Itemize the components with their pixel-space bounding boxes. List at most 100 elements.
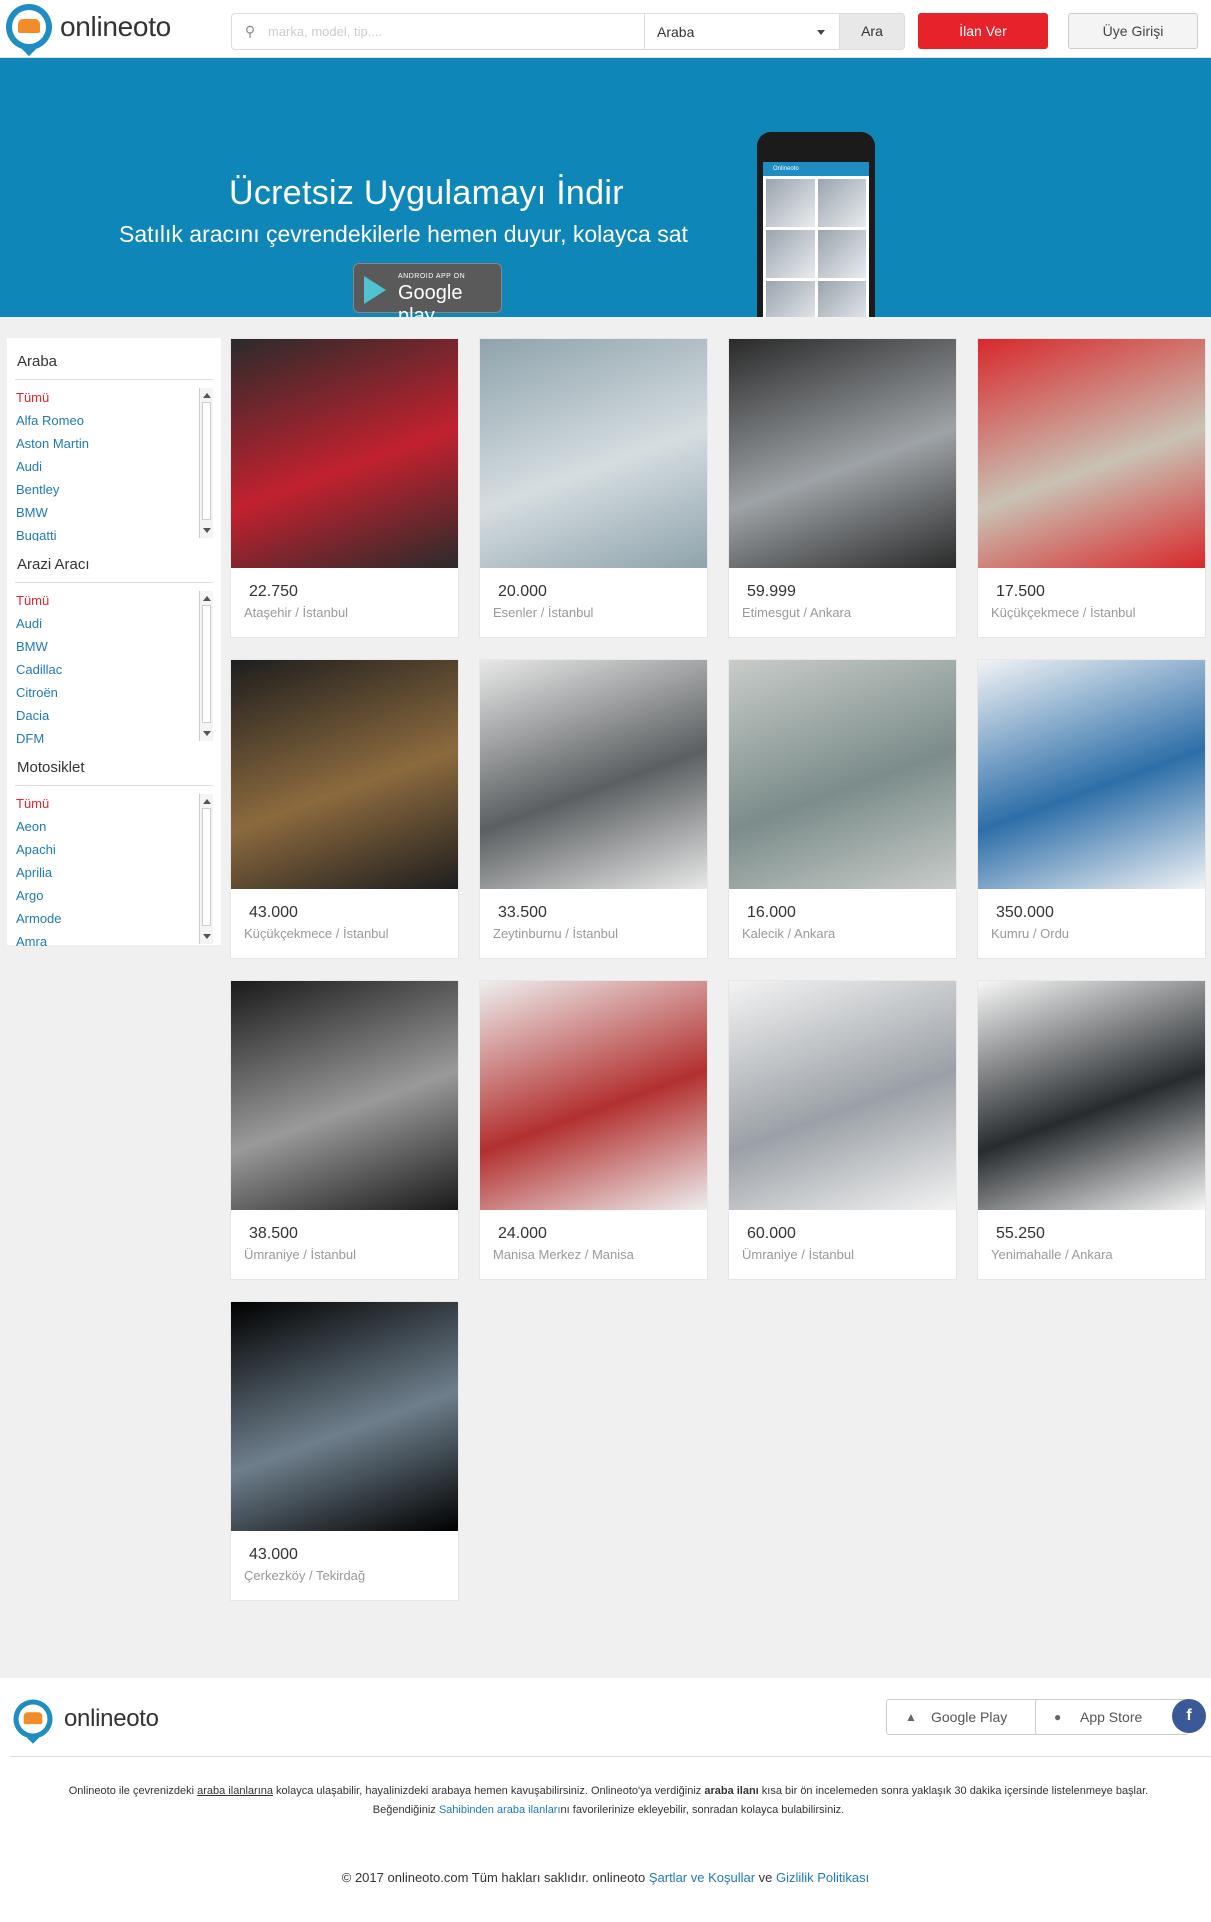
listing-photo[interactable] bbox=[231, 1302, 458, 1531]
search-field[interactable]: ⚲ bbox=[231, 13, 645, 50]
listing-card[interactable]: 55.250 Yenimahalle / Ankara bbox=[977, 980, 1206, 1280]
listing-location: Manisa Merkez / Manisa bbox=[493, 1247, 634, 1262]
sidebar-item[interactable]: Citroën bbox=[15, 681, 213, 704]
listing-card[interactable]: 22.750 Ataşehir / İstanbul bbox=[230, 338, 459, 638]
car-logo-icon bbox=[6, 4, 52, 57]
sidebar-item[interactable]: Audi bbox=[15, 455, 213, 478]
privacy-link[interactable]: Gizlilik Politikası bbox=[776, 1870, 869, 1885]
sidebar-category-list[interactable]: Tümü Audi BMW Cadillac Citroën Dacia DFM bbox=[15, 589, 213, 744]
listing-price: 24.000 bbox=[498, 1225, 547, 1242]
listing-card[interactable]: 59.999 Etimesgut / Ankara bbox=[728, 338, 957, 638]
sidebar-item[interactable]: Bugatti bbox=[15, 524, 213, 541]
listing-photo[interactable] bbox=[978, 660, 1205, 889]
sidebar-item[interactable]: Tümü bbox=[15, 792, 213, 815]
listing-photo[interactable] bbox=[231, 660, 458, 889]
google-play-badge[interactable]: ANDROID APP ON Google play bbox=[353, 263, 502, 317]
listing-photo[interactable] bbox=[978, 339, 1205, 568]
scroll-thumb[interactable] bbox=[202, 605, 211, 723]
sidebar-item[interactable]: Alfa Romeo bbox=[15, 409, 213, 432]
login-button[interactable]: Üye Girişi bbox=[1068, 13, 1198, 49]
search-input[interactable] bbox=[268, 24, 628, 39]
scroll-down-icon[interactable] bbox=[203, 731, 211, 736]
sidebar-item[interactable]: Bentley bbox=[15, 478, 213, 501]
post-ad-button[interactable]: İlan Ver bbox=[918, 13, 1048, 49]
scroll-thumb[interactable] bbox=[202, 808, 211, 926]
sidebar-category-list[interactable]: Tümü Alfa Romeo Aston Martin Audi Bentley BMW… bbox=[15, 386, 213, 541]
search-button[interactable]: Ara bbox=[839, 13, 905, 50]
sidebar-item[interactable]: BMW bbox=[15, 635, 213, 658]
sidebar-item[interactable]: Aprilia bbox=[15, 861, 213, 884]
sidebar-scrollbar[interactable] bbox=[199, 388, 213, 538]
listing-card[interactable]: 33.500 Zeytinburnu / İstanbul bbox=[479, 659, 708, 959]
sidebar-item[interactable]: Amra bbox=[15, 930, 213, 947]
sidebar-scrollbar[interactable] bbox=[199, 591, 213, 741]
app-store-button[interactable]: ● App Store bbox=[1035, 1699, 1189, 1735]
sidebar-item[interactable]: Aeon bbox=[15, 815, 213, 838]
main-content: Araba Tümü Alfa Romeo Aston Martin Audi Bentl… bbox=[0, 317, 1211, 1678]
footer-logo[interactable]: onlineoto bbox=[10, 1696, 159, 1744]
scroll-thumb[interactable] bbox=[202, 402, 211, 520]
sidebar-item[interactable]: Armode bbox=[15, 907, 213, 930]
listing-card[interactable]: 17.500 Küçükçekmece / İstanbul bbox=[977, 338, 1206, 638]
listing-photo[interactable] bbox=[480, 339, 707, 568]
scroll-down-icon[interactable] bbox=[203, 934, 211, 939]
listing-card[interactable]: 16.000 Kalecik / Ankara bbox=[728, 659, 957, 959]
sidebar-section-title: Araba bbox=[15, 338, 213, 380]
banner-title: Ücretsiz Uygulamayı İndir bbox=[229, 174, 624, 212]
listing-price: 55.250 bbox=[996, 1225, 1045, 1242]
sidebar-item[interactable]: Tümü bbox=[15, 386, 213, 409]
sidebar-item[interactable]: BMW bbox=[15, 501, 213, 524]
sidebar-item[interactable]: Audi bbox=[15, 612, 213, 635]
listing-card[interactable]: 20.000 Esenler / İstanbul bbox=[479, 338, 708, 638]
listing-card[interactable]: 43.000 Çerkezköy / Tekirdağ bbox=[230, 1301, 459, 1601]
app-store-label: App Store bbox=[1080, 1709, 1143, 1725]
scroll-down-icon[interactable] bbox=[203, 528, 211, 533]
listing-card[interactable]: 43.000 Küçükçekmece / İstanbul bbox=[230, 659, 459, 959]
sidebar-item[interactable]: Aston Martin bbox=[15, 432, 213, 455]
car-logo-icon bbox=[13, 1699, 53, 1744]
brand-logo[interactable]: onlineoto bbox=[6, 4, 171, 57]
sidebar-scrollbar[interactable] bbox=[199, 794, 213, 944]
araba-ilanlari-link[interactable]: araba ilanlarına bbox=[197, 1785, 273, 1797]
listing-price: 17.500 bbox=[996, 583, 1045, 600]
about-text-part: Onlineoto ile çevrenizdeki bbox=[68, 1785, 198, 1797]
listing-photo[interactable] bbox=[231, 981, 458, 1210]
about-text: Onlineoto ile çevrenizdeki araba ilanlar… bbox=[18, 1782, 1199, 1820]
listing-photo[interactable] bbox=[729, 660, 956, 889]
listing-price: 350.000 bbox=[996, 904, 1054, 921]
scroll-up-icon[interactable] bbox=[203, 799, 211, 804]
facebook-icon[interactable]: f bbox=[1172, 1699, 1206, 1733]
terms-link[interactable]: Şartlar ve Koşullar bbox=[649, 1870, 755, 1885]
category-sidebar: Araba Tümü Alfa Romeo Aston Martin Audi Bentl… bbox=[7, 338, 221, 947]
google-play-button[interactable]: ▲ Google Play bbox=[886, 1699, 1050, 1735]
listing-price: 60.000 bbox=[747, 1225, 796, 1242]
footer-brand-name: onlineoto bbox=[64, 1705, 159, 1732]
sidebar-item[interactable]: Tümü bbox=[15, 589, 213, 612]
listing-photo[interactable] bbox=[480, 981, 707, 1210]
category-select[interactable]: Araba bbox=[644, 13, 840, 50]
about-bold-text: araba ilanı bbox=[704, 1785, 759, 1797]
copyright: © 2017 onlineoto.com Tüm hakları saklıdı… bbox=[0, 1870, 1211, 1885]
listing-location: Ataşehir / İstanbul bbox=[244, 605, 349, 620]
scroll-up-icon[interactable] bbox=[203, 596, 211, 601]
listing-grid: 22.750 Ataşehir / İstanbul 20.000 Esenler /… bbox=[230, 338, 1206, 1601]
sidebar-item[interactable]: Argo bbox=[15, 884, 213, 907]
listing-card[interactable]: 350.000 Kumru / Ordu bbox=[977, 659, 1206, 959]
sidebar-category-list[interactable]: Tümü Aeon Apachi Aprilia Argo Armode Amra bbox=[15, 792, 213, 947]
sidebar-item[interactable]: Cadillac bbox=[15, 658, 213, 681]
listing-photo[interactable] bbox=[729, 981, 956, 1210]
listing-card[interactable]: 24.000 Manisa Merkez / Manisa bbox=[479, 980, 708, 1280]
listing-photo[interactable] bbox=[231, 339, 458, 568]
listing-card[interactable]: 38.500 Ümraniye / İstanbul bbox=[230, 980, 459, 1280]
sidebar-item[interactable]: Dacia bbox=[15, 704, 213, 727]
listing-photo[interactable] bbox=[978, 981, 1205, 1210]
badge-big-text: Google play bbox=[398, 282, 463, 317]
listing-photo[interactable] bbox=[480, 660, 707, 889]
listing-photo[interactable] bbox=[729, 339, 956, 568]
sidebar-item[interactable]: DFM bbox=[15, 727, 213, 744]
android-icon: ▲ bbox=[905, 1710, 917, 1724]
listing-card[interactable]: 60.000 Ümraniye / İstanbul bbox=[728, 980, 957, 1280]
scroll-up-icon[interactable] bbox=[203, 393, 211, 398]
sidebar-item[interactable]: Apachi bbox=[15, 838, 213, 861]
sahibinden-link[interactable]: Sahibinden araba ilanları bbox=[439, 1804, 561, 1816]
